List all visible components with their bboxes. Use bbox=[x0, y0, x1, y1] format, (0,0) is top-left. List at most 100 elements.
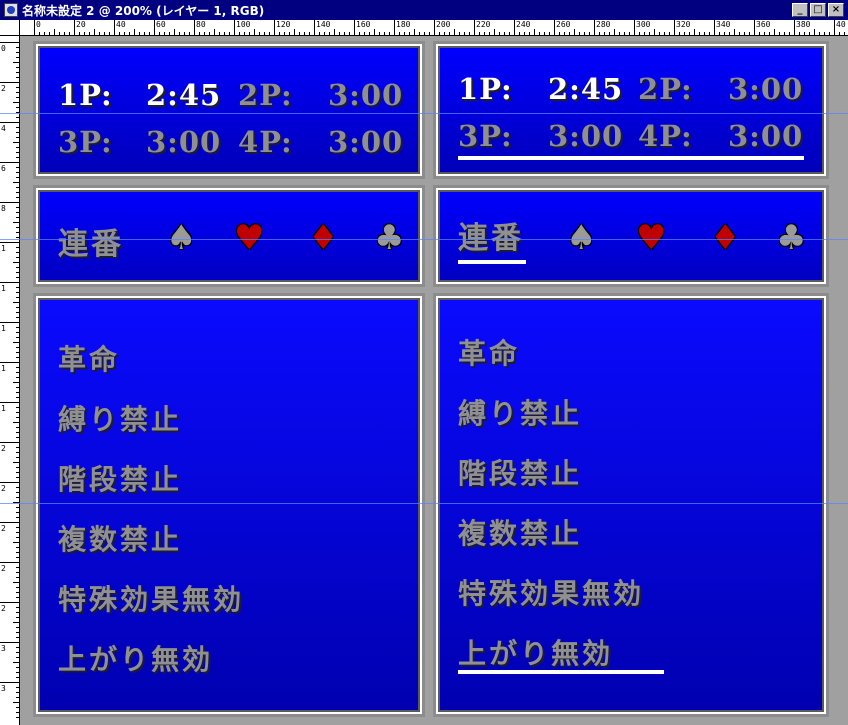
ruler-tick bbox=[714, 20, 715, 35]
heart-icon: ♥ bbox=[234, 218, 265, 258]
ruler-tick bbox=[239, 32, 240, 35]
ruler-tick bbox=[684, 32, 685, 35]
player-3-label: 3P: bbox=[458, 119, 513, 153]
ruler-tick bbox=[16, 652, 19, 653]
ruler-tick bbox=[13, 382, 19, 383]
ruler-tick bbox=[424, 32, 425, 35]
ruler-tick bbox=[16, 647, 19, 648]
ruler-tick bbox=[16, 217, 19, 218]
ruler-tick bbox=[16, 587, 19, 588]
ruler-tick bbox=[824, 32, 825, 35]
ruler-label: 0 bbox=[36, 20, 41, 29]
ruler-label: 60 bbox=[156, 20, 166, 29]
ruler-tick bbox=[174, 29, 175, 35]
ruler-tick bbox=[0, 562, 19, 563]
ruler-tick bbox=[16, 72, 19, 73]
ruler-tick bbox=[374, 29, 375, 35]
ruler-tick bbox=[674, 20, 675, 35]
ruler-tick bbox=[484, 32, 485, 35]
ruler-tick bbox=[16, 472, 19, 473]
ruler-tick bbox=[16, 317, 19, 318]
ruler-tick bbox=[16, 692, 19, 693]
ruler-tick bbox=[16, 307, 19, 308]
ruler-label: 320 bbox=[676, 20, 691, 29]
ruler-tick bbox=[16, 607, 19, 608]
close-button[interactable]: × bbox=[828, 3, 844, 17]
ruler-tick bbox=[16, 172, 19, 173]
ruler-tick bbox=[16, 117, 19, 118]
ruler-tick bbox=[184, 32, 185, 35]
ruler-tick bbox=[379, 32, 380, 35]
ruler-tick bbox=[524, 32, 525, 35]
ruler-label: 380 bbox=[796, 20, 811, 29]
ruler-tick bbox=[16, 667, 19, 668]
document-icon bbox=[4, 3, 18, 17]
document-canvas[interactable]: 1P: 2:45 2P: 3:00 3P: 3:00 4P: 3:00 1P: … bbox=[20, 36, 848, 725]
ruler-tick bbox=[709, 32, 710, 35]
guide-line[interactable] bbox=[0, 503, 848, 504]
ruler-tick bbox=[339, 32, 340, 35]
ruler-tick bbox=[16, 77, 19, 78]
ruler-tick bbox=[44, 32, 45, 35]
ruler-tick bbox=[16, 517, 19, 518]
ruler-tick bbox=[409, 32, 410, 35]
ruler-tick bbox=[16, 157, 19, 158]
guide-line[interactable] bbox=[0, 239, 848, 240]
ruler-tick bbox=[0, 482, 19, 483]
ruler-tick bbox=[16, 47, 19, 48]
ruler-tick bbox=[214, 29, 215, 35]
ruler-tick bbox=[16, 657, 19, 658]
ruler-tick bbox=[169, 32, 170, 35]
ruler-tick bbox=[154, 20, 155, 35]
ruler-label: 260 bbox=[556, 20, 571, 29]
ruler-tick bbox=[394, 20, 395, 35]
ruler-tick bbox=[109, 32, 110, 35]
ruler-tick bbox=[749, 32, 750, 35]
ruler-tick bbox=[0, 122, 19, 123]
ruler-tick bbox=[16, 237, 19, 238]
player-3-label: 3P: bbox=[58, 125, 113, 159]
ruler-tick bbox=[404, 32, 405, 35]
horizontal-ruler[interactable]: 0 20 40 60 80 100 120 140 160 180 200 220 240 260 280 3… bbox=[20, 20, 848, 36]
ruler-tick bbox=[344, 32, 345, 35]
ruler-tick bbox=[13, 342, 19, 343]
spade-icon: ♠ bbox=[566, 218, 597, 258]
ruler-tick bbox=[89, 32, 90, 35]
ruler-tick bbox=[16, 687, 19, 688]
guide-line[interactable] bbox=[0, 113, 848, 114]
ruler-tick bbox=[629, 32, 630, 35]
ruler-tick bbox=[784, 32, 785, 35]
ruler-tick bbox=[284, 32, 285, 35]
ruler-tick bbox=[16, 132, 19, 133]
ruler-tick bbox=[16, 357, 19, 358]
vertical-ruler[interactable]: 0 2 4 6 8 1 1 1 1 1 2 2 2 2 2 3 3 bbox=[0, 36, 20, 725]
ruler-tick bbox=[16, 537, 19, 538]
maximize-button[interactable]: □ bbox=[810, 3, 826, 17]
ruler-tick bbox=[579, 32, 580, 35]
ruler-tick bbox=[16, 412, 19, 413]
ruler-tick bbox=[449, 32, 450, 35]
ruler-tick bbox=[149, 32, 150, 35]
ruler-tick bbox=[199, 32, 200, 35]
time-panel-right: 1P: 2:45 2P: 3:00 3P: 3:00 4P: 3:00 bbox=[433, 41, 829, 179]
ruler-tick bbox=[13, 142, 19, 143]
ruler-tick bbox=[16, 177, 19, 178]
ruler-tick bbox=[534, 29, 535, 35]
selection-underline bbox=[458, 260, 526, 264]
ruler-label: 2 bbox=[1, 444, 6, 453]
window-titlebar[interactable]: 名称未設定 2 @ 200% (レイヤー 1, RGB) _ □ × bbox=[0, 0, 848, 20]
minimize-button[interactable]: _ bbox=[792, 3, 808, 17]
ruler-origin[interactable] bbox=[0, 20, 20, 36]
ruler-tick bbox=[189, 32, 190, 35]
rule-item: 革命 bbox=[458, 337, 521, 370]
ruler-tick bbox=[814, 29, 815, 35]
ruler-tick bbox=[384, 32, 385, 35]
ruler-tick bbox=[16, 257, 19, 258]
ruler-tick bbox=[224, 32, 225, 35]
ruler-tick bbox=[669, 32, 670, 35]
player-2-label: 2P: bbox=[238, 78, 293, 112]
ruler-tick bbox=[519, 32, 520, 35]
ruler-tick bbox=[219, 32, 220, 35]
ruler-label: 280 bbox=[596, 20, 611, 29]
ruler-label: 8 bbox=[1, 204, 6, 213]
